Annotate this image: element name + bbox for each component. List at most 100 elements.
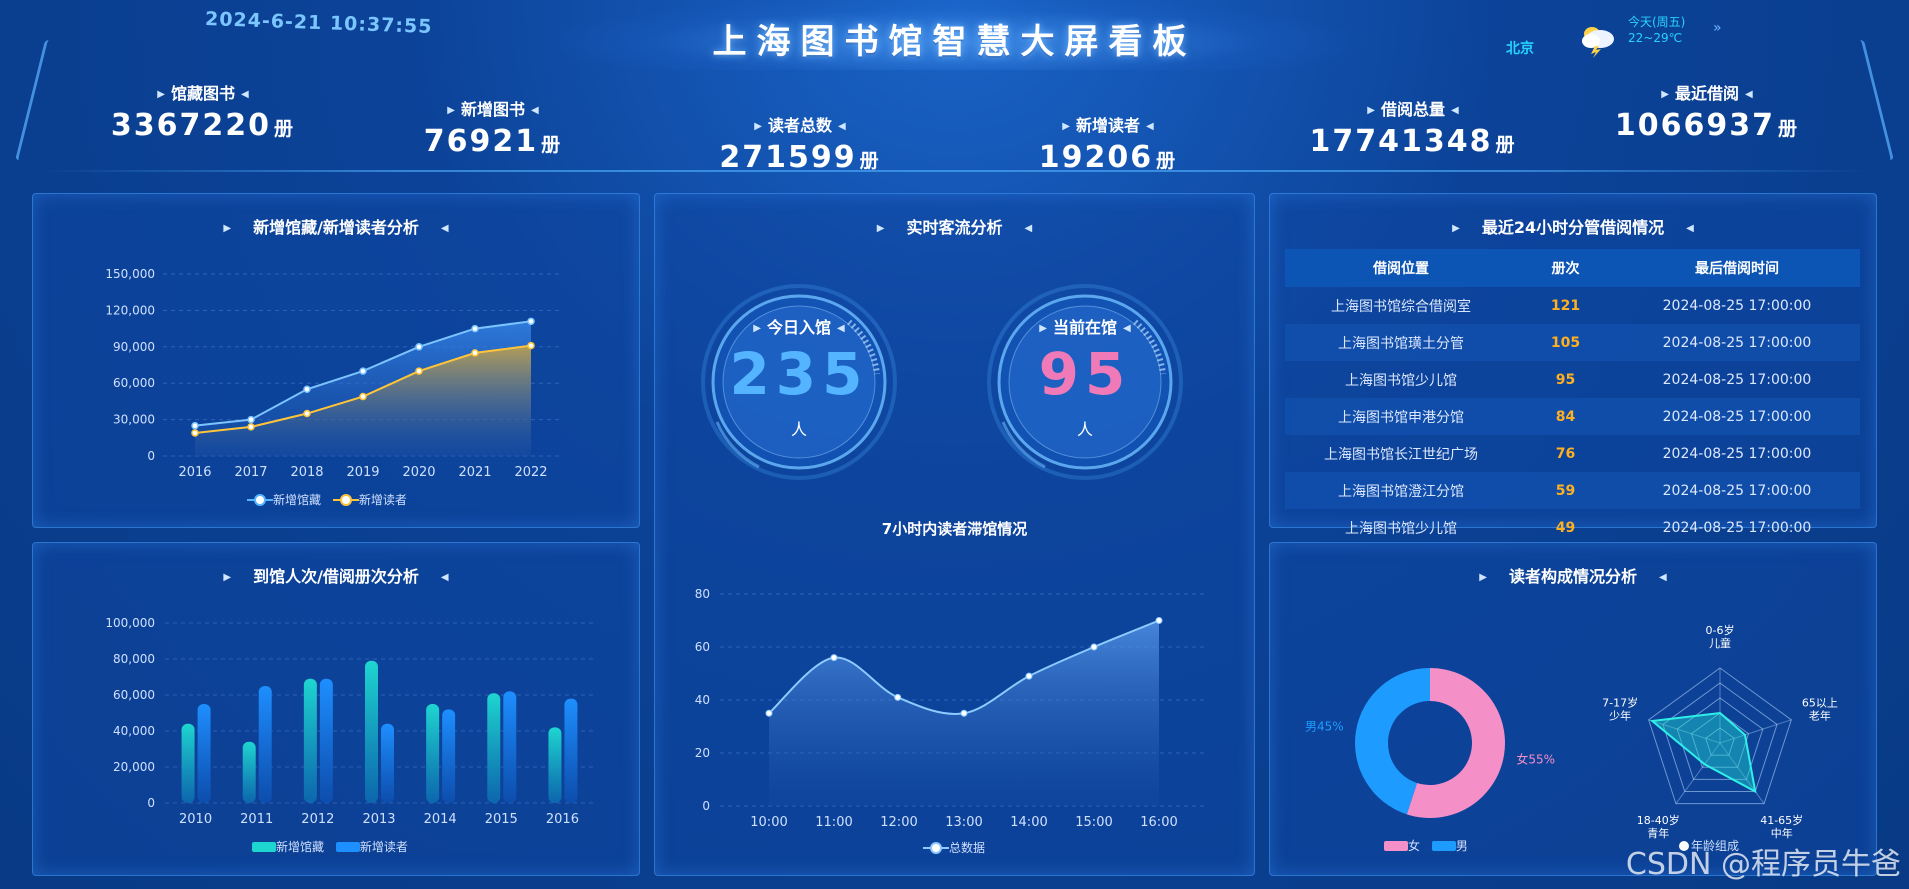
stat-label: 新增图书	[460, 100, 525, 119]
table-row[interactable]: 上海图书馆少儿馆 95 2024-08-25 17:00:00	[1285, 361, 1860, 398]
legend-item[interactable]: 男	[1431, 837, 1468, 854]
legend-marker	[923, 841, 949, 854]
data-point	[191, 429, 199, 437]
weather-day: 今天(周五)	[1628, 15, 1686, 29]
stat-new-books: ▶ 新增图书 ◀ 76921 册	[373, 96, 613, 159]
y-tick-label: 20	[695, 746, 710, 760]
stat-label: 借阅总量	[1380, 100, 1445, 119]
legend-marker	[1431, 840, 1456, 851]
table-row[interactable]: 上海图书馆澄江分馆 59 2024-08-25 17:00:00	[1285, 472, 1860, 509]
table-header[interactable]: 借阅位置	[1285, 249, 1517, 287]
x-tick-label: 16:00	[1140, 815, 1177, 830]
triangle-left-icon: ◀	[241, 89, 249, 100]
bar	[564, 698, 578, 803]
table-cell: 2024-08-25 17:00:00	[1662, 371, 1812, 388]
data-point	[527, 341, 535, 350]
triangle-left-icon: ◀	[1146, 121, 1154, 132]
data-point	[247, 415, 255, 424]
slice-label: 女55%	[1516, 752, 1555, 767]
x-tick-label: 2020	[402, 465, 435, 480]
x-tick-label: 2016	[546, 812, 579, 827]
table-cell: 95	[1555, 371, 1576, 388]
data-point	[415, 367, 423, 375]
table-header[interactable]: 册次	[1517, 249, 1614, 287]
table-row[interactable]: 上海图书馆少儿馆 49 2024-08-25 17:00:00	[1285, 509, 1860, 546]
y-tick-label: 0	[147, 796, 155, 810]
legend-item[interactable]: 女	[1384, 837, 1420, 854]
table-row[interactable]: 上海图书馆璜土分管 105 2024-08-25 17:00:00	[1285, 324, 1860, 361]
x-tick-label: 2010	[179, 812, 212, 827]
gender-donut-chart: 女55% 男45% 0-6岁儿童 65以上老年 41-65岁中年 18-40岁青年 7-17…	[1305, 623, 1838, 840]
data-point	[359, 392, 367, 401]
bar	[503, 691, 517, 803]
stat-value: 76921	[423, 124, 539, 159]
table-row[interactable]: 上海图书馆综合借阅室 121 2024-08-25 17:00:00	[1285, 287, 1860, 324]
panel-visits-borrow: ▶ 到馆人次/借阅册次分析 ◀ 0 20,000 40,000 60,000 80,000 1…	[32, 542, 640, 876]
x-tick-label: 14:00	[1010, 815, 1047, 830]
table-cell: 105	[1517, 324, 1614, 361]
triangle-left-icon: ◀	[838, 121, 846, 132]
table-cell: 2024-08-25 17:00:00	[1614, 472, 1860, 509]
table-row[interactable]: 上海图书馆长江世纪广场 76 2024-08-25 17:00:00	[1285, 435, 1860, 472]
y-tick-label: 40,000	[113, 724, 155, 738]
radar-indicator-label: 中年	[1771, 826, 1793, 840]
legend-item[interactable]: 新增馆藏	[247, 491, 321, 508]
stat-value: 3367220	[110, 108, 272, 143]
radar-indicator-label: 少年	[1609, 709, 1631, 723]
radar-indicator-label: 41-65岁	[1760, 813, 1803, 827]
y-tick-label: 150,000	[105, 267, 155, 281]
table-cell: 2024-08-25 17:00:00	[1614, 398, 1860, 435]
data-point	[359, 367, 367, 375]
bar	[319, 678, 333, 803]
triangle-right-icon: ▶	[1661, 89, 1669, 100]
table-row[interactable]: 上海图书馆申港分馆 84 2024-08-25 17:00:00	[1285, 398, 1860, 435]
table-cell: 上海图书馆长江世纪广场	[1324, 446, 1478, 463]
borrow-table: 借阅位置 册次 最后借阅时间 上海图书馆综合借阅室 121 2024-08-25 1…	[1285, 249, 1860, 546]
stat-value: 271599	[719, 140, 857, 175]
data-point	[471, 324, 479, 333]
legend-item[interactable]: 新增馆藏	[252, 838, 324, 855]
slice-label: 男45%	[1305, 719, 1344, 733]
data-point	[765, 709, 773, 717]
y-tick-label: 120,000	[105, 303, 155, 317]
table-cell: 2024-08-25 17:00:00	[1662, 519, 1812, 536]
stat-value: 1066937	[1614, 108, 1776, 143]
y-tick-label: 0	[702, 799, 710, 813]
x-tick-label: 2016	[178, 465, 211, 480]
x-tick-label: 10:00	[750, 815, 787, 830]
stat-label: 最近借阅	[1674, 84, 1739, 103]
y-tick-label: 80,000	[113, 652, 155, 666]
x-tick-label: 2017	[234, 465, 267, 480]
table-header[interactable]: 最后借阅时间	[1614, 249, 1860, 287]
triangle-right-icon: ▶	[157, 89, 165, 100]
x-tick-label: 15:00	[1075, 815, 1112, 830]
legend-label: 新增馆藏	[273, 493, 322, 507]
header-divider	[40, 170, 1869, 172]
watermark: CSDN @程序员牛爸	[1625, 847, 1901, 882]
page-title: 上海图书馆智慧大屏看板	[712, 22, 1197, 62]
x-tick-label: 2012	[301, 812, 334, 827]
legend-marker	[247, 493, 273, 506]
y-tick-label: 80	[695, 587, 710, 601]
legend-item[interactable]: 总数据	[923, 839, 985, 856]
stat-total-borrow: ▶ 借阅总量 ◀ 17741348 册	[1293, 96, 1533, 159]
y-tick-label: 20,000	[113, 760, 155, 774]
y-tick-label: 40	[695, 693, 710, 707]
panel-title: 最近24小时分管借阅情况	[1481, 218, 1665, 237]
y-tick-label: 60,000	[113, 376, 155, 390]
x-tick-label: 2022	[514, 465, 547, 480]
radar-indicator-label: 18-40岁	[1637, 813, 1680, 827]
chevron-right-icon[interactable]: »	[1713, 20, 1722, 36]
x-tick-label: 2013	[362, 812, 395, 827]
legend-label: 新增馆藏	[276, 840, 325, 854]
weather-temp: 22~29℃	[1628, 31, 1683, 45]
legend-marker	[335, 841, 360, 852]
table-cell: 84	[1517, 398, 1614, 435]
panel-realtime-flow: ▶ 实时客流分析 ◀ ▶ 今日入馆 ◀ 235 人 ▶ 当前在馆 ◀ 95 人 7小时内读者…	[654, 193, 1255, 876]
weather-city[interactable]: 北京	[1506, 38, 1534, 58]
triangle-right-icon: ▶	[1062, 121, 1070, 132]
legend-item[interactable]: 新增读者	[332, 491, 407, 508]
legend-label: 男	[1455, 839, 1468, 853]
data-point	[527, 317, 535, 326]
legend-item[interactable]: 新增读者	[335, 838, 408, 855]
